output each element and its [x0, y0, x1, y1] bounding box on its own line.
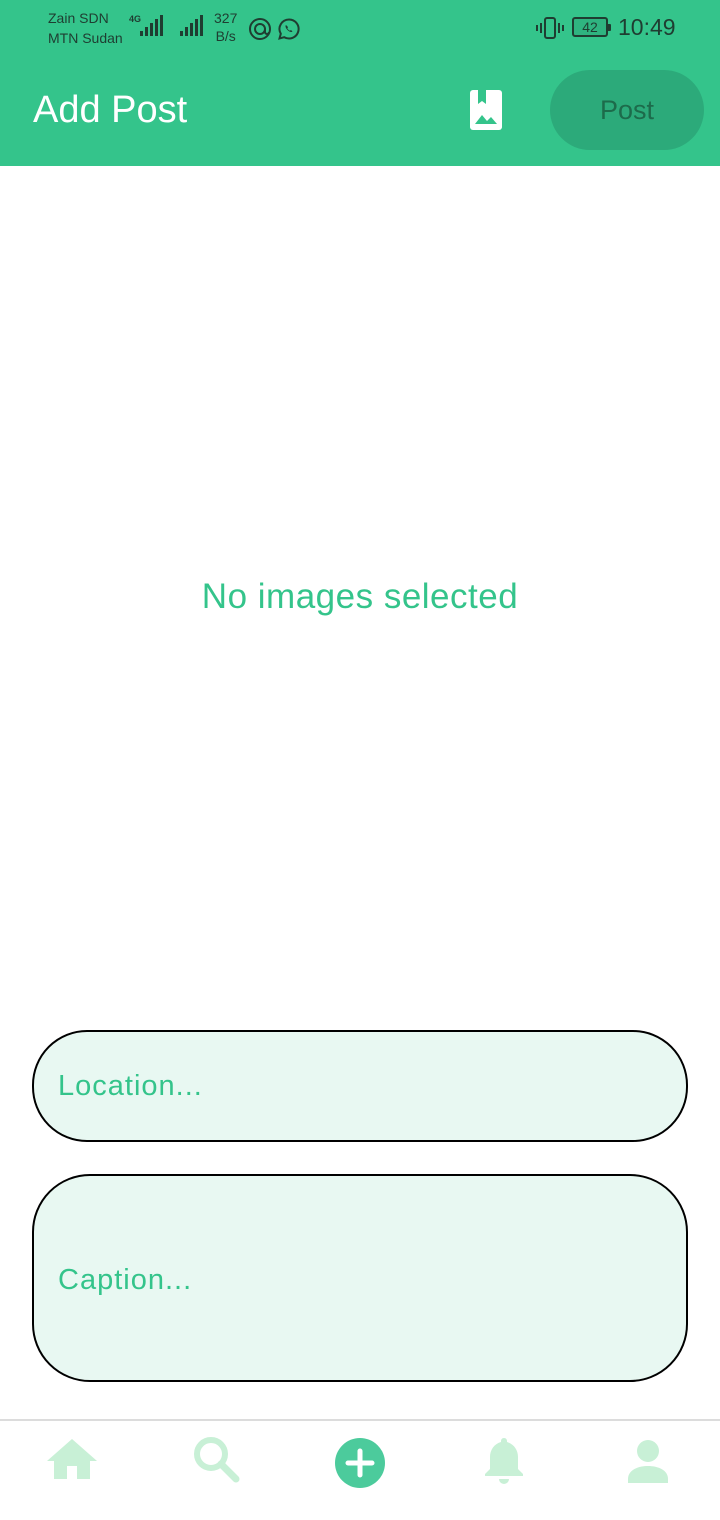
carrier-2: MTN Sudan: [48, 30, 123, 46]
whatsapp-icon: [278, 18, 300, 40]
location-input[interactable]: [58, 1066, 662, 1106]
post-button[interactable]: Post: [550, 70, 704, 150]
add-circle-icon: [335, 1438, 385, 1488]
search-icon: [194, 1437, 240, 1483]
battery-icon: 42: [572, 17, 611, 37]
person-icon: [628, 1440, 668, 1483]
nav-home[interactable]: [42, 1429, 102, 1489]
empty-images-message: No images selected: [201, 577, 519, 616]
nav-add-post[interactable]: [330, 1429, 390, 1489]
app-bar: Add Post Post: [0, 56, 720, 166]
caption-field[interactable]: [32, 1174, 688, 1382]
vibrate-icon: [536, 17, 564, 39]
home-icon: [47, 1439, 97, 1479]
status-bar: Zain SDN MTN Sudan 4G 327 B/s 42 10:49: [0, 0, 720, 56]
bottom-navigation: [0, 1419, 720, 1520]
carrier-1: Zain SDN: [48, 10, 109, 26]
nav-profile[interactable]: [618, 1429, 678, 1489]
speed-unit: B/s: [215, 28, 236, 44]
at-sign-icon: [249, 18, 271, 40]
speed-value: 327: [214, 10, 238, 26]
signal-icon: [180, 14, 204, 36]
caption-input[interactable]: [58, 1260, 662, 1304]
nav-search[interactable]: [186, 1429, 246, 1489]
signal-icon: [140, 14, 164, 36]
photo-album-button[interactable]: [466, 86, 506, 134]
network-speed: 327 B/s: [214, 9, 237, 45]
photo-album-icon: [470, 90, 502, 130]
status-clock: 10:49: [618, 14, 676, 40]
carrier-names: Zain SDN MTN Sudan: [48, 8, 123, 48]
location-field[interactable]: [32, 1030, 688, 1142]
nav-notifications[interactable]: [474, 1429, 534, 1489]
page-title: Add Post: [33, 89, 188, 131]
bell-icon: [485, 1438, 523, 1484]
